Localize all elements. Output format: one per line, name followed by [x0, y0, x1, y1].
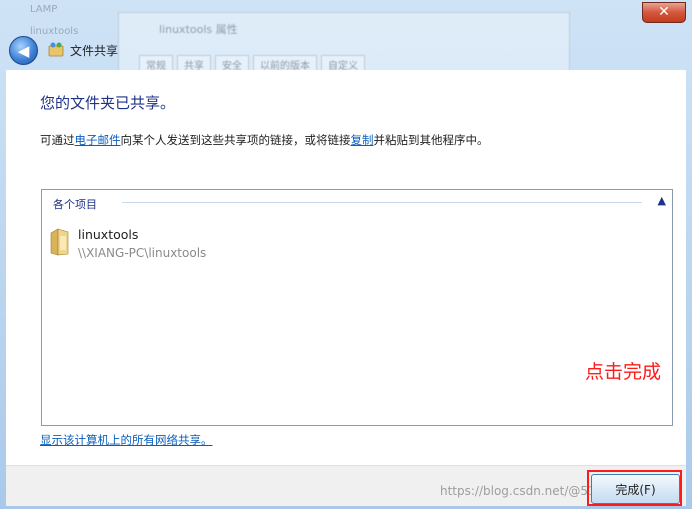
list-group-divider	[122, 202, 642, 203]
share-description: 可通过电子邮件向某个人发送到这些共享项的链接，或将链接复制并粘贴到其他程序中。	[40, 132, 489, 148]
folder-icon	[50, 228, 69, 256]
list-group-header[interactable]: 各个项目 ▲	[42, 190, 672, 214]
close-icon: ✕	[658, 4, 670, 20]
desc-prefix: 可通过	[40, 133, 75, 147]
back-arrow-icon: ◀	[17, 41, 30, 60]
page-title: 您的文件夹已共享。	[40, 94, 176, 112]
annotation-text: 点击完成	[585, 361, 662, 383]
back-button[interactable]: ◀	[9, 36, 38, 65]
background-properties-window: linuxtools 属性 常规 共享 安全 以前的版本 自定义	[118, 12, 570, 74]
wizard-title: 文件共享	[70, 44, 119, 58]
file-sharing-icon	[48, 42, 64, 57]
background-window-title: linuxtools 属性	[159, 23, 238, 36]
desc-middle: 向某个人发送到这些共享项的链接，或将链接	[120, 133, 351, 147]
email-link[interactable]: 电子邮件	[75, 133, 121, 147]
close-button[interactable]: ✕	[642, 2, 686, 23]
shared-items-list: 各个项目 ▲ linuxtools \\XIANG-PC\linuxtools	[41, 189, 673, 426]
annotation-highlight-box	[587, 470, 682, 506]
copy-link[interactable]: 复制	[351, 133, 374, 147]
list-group-label: 各个项目	[53, 198, 97, 211]
show-all-shares-link[interactable]: 显示该计算机上的所有网络共享。	[40, 432, 213, 448]
collapse-chevron-icon[interactable]: ▲	[658, 194, 666, 207]
ghost-label-2: linuxtools	[30, 26, 79, 37]
list-item-path: \\XIANG-PC\linuxtools	[78, 246, 207, 260]
content-pane: 您的文件夹已共享。 可通过电子邮件向某个人发送到这些共享项的链接，或将链接复制并…	[6, 70, 686, 465]
desc-suffix: 并粘贴到其他程序中。	[373, 133, 489, 147]
list-item-name[interactable]: linuxtools	[78, 227, 138, 242]
ghost-label-1: LAMP	[30, 4, 58, 15]
